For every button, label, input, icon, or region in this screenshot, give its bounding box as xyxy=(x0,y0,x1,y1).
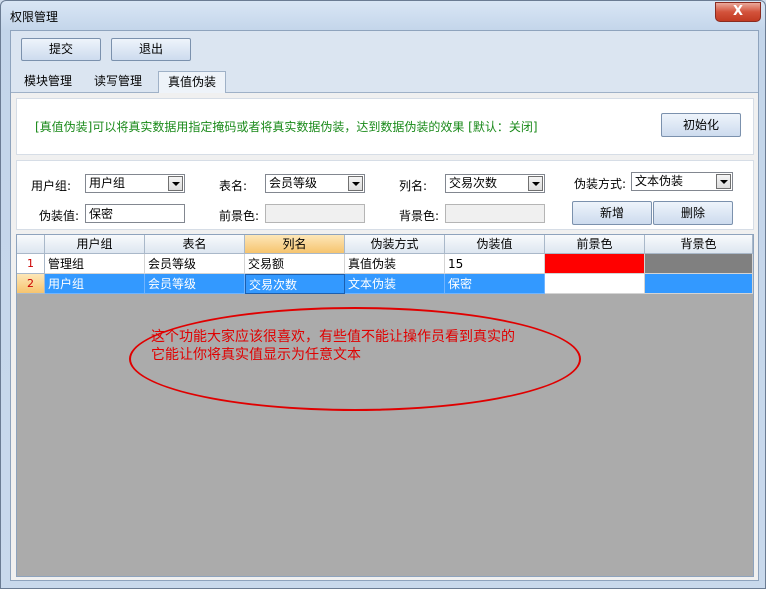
mask-type-label: 伪装方式: xyxy=(574,177,627,191)
cell-mask-value[interactable]: 保密 xyxy=(445,274,545,294)
cell-table[interactable]: 会员等级 xyxy=(145,274,245,294)
cell-foreground-color[interactable] xyxy=(545,274,645,294)
mask-type-select[interactable]: 文本伪装 xyxy=(631,172,733,191)
mask-value-label: 伪装值: xyxy=(39,209,80,223)
table-row[interactable]: 1 管理组 会员等级 交易额 真值伪装 15 xyxy=(17,254,753,274)
chevron-down-icon[interactable] xyxy=(716,174,731,189)
cell-background-color[interactable] xyxy=(645,254,753,274)
row-number[interactable]: 1 xyxy=(17,254,45,274)
submit-button[interactable]: 提交 xyxy=(21,38,101,61)
tab-read-write-management[interactable]: 读写管理 xyxy=(87,71,149,91)
cell-user-group[interactable]: 管理组 xyxy=(45,254,145,274)
user-group-select[interactable]: 用户组 xyxy=(85,174,185,193)
user-group-select-value: 用户组 xyxy=(89,176,126,190)
main-window: 权限管理 X 提交 退出 模块管理 读写管理 真值伪装 [真值伪装]可以将真实数… xyxy=(0,0,766,589)
title-bar: 权限管理 X xyxy=(1,1,765,29)
cell-background-color[interactable] xyxy=(645,274,753,294)
mask-type-select-value: 文本伪装 xyxy=(635,174,684,188)
column-select[interactable]: 交易次数 xyxy=(445,174,545,193)
cell-column[interactable]: 交易额 xyxy=(245,254,345,274)
grid-corner[interactable] xyxy=(17,235,45,254)
cell-mask-type[interactable]: 文本伪装 xyxy=(345,274,445,294)
cell-mask-type[interactable]: 真值伪装 xyxy=(345,254,445,274)
add-button[interactable]: 新增 xyxy=(572,201,652,225)
feature-description: [真值伪装]可以将真实数据用指定掩码或者将真实数据伪装，达到数据伪装的效果 [默… xyxy=(35,120,538,134)
annotation-text: 这个功能大家应该很喜欢，有些值不能让操作员看到真实的 它能让你将真实值显示为任意… xyxy=(151,328,591,364)
annotation-line-2: 它能让你将真实值显示为任意文本 xyxy=(151,347,361,363)
close-button[interactable]: X xyxy=(715,2,761,22)
column-header-mask-value[interactable]: 伪装值 xyxy=(445,235,545,254)
client-area: 提交 退出 模块管理 读写管理 真值伪装 [真值伪装]可以将真实数据用指定掩码或… xyxy=(10,30,759,581)
annotation-line-1: 这个功能大家应该很喜欢，有些值不能让操作员看到真实的 xyxy=(151,329,515,345)
cell-user-group[interactable]: 用户组 xyxy=(45,274,145,294)
info-panel: [真值伪装]可以将真实数据用指定掩码或者将真实数据伪装，达到数据伪装的效果 [默… xyxy=(16,98,754,155)
mask-value-input[interactable]: 保密 xyxy=(85,204,185,223)
user-group-label: 用户组: xyxy=(31,179,72,193)
column-label: 列名: xyxy=(399,179,428,193)
exit-button[interactable]: 退出 xyxy=(111,38,191,61)
column-header-column[interactable]: 列名 xyxy=(245,235,345,254)
table-select-value: 会员等级 xyxy=(269,176,318,190)
chevron-down-icon[interactable] xyxy=(528,176,543,191)
table-row-selected[interactable]: 2 用户组 会员等级 交易次数 文本伪装 保密 xyxy=(17,274,753,294)
column-header-mask-type[interactable]: 伪装方式 xyxy=(345,235,445,254)
delete-button[interactable]: 删除 xyxy=(653,201,733,225)
cell-foreground-color[interactable] xyxy=(545,254,645,274)
row-number[interactable]: 2 xyxy=(17,274,45,294)
column-header-table[interactable]: 表名 xyxy=(145,235,245,254)
tab-bar: 模块管理 读写管理 真值伪装 xyxy=(11,68,758,93)
initialize-button[interactable]: 初始化 xyxy=(661,113,741,137)
table-label: 表名: xyxy=(219,179,248,193)
window-title: 权限管理 xyxy=(10,10,59,24)
background-color-label: 背景色: xyxy=(399,209,440,223)
foreground-color-label: 前景色: xyxy=(219,209,260,223)
chevron-down-icon[interactable] xyxy=(168,176,183,191)
column-select-value: 交易次数 xyxy=(449,176,498,190)
column-header-background[interactable]: 背景色 xyxy=(645,235,753,254)
foreground-color-input[interactable] xyxy=(265,204,365,223)
column-header-user-group[interactable]: 用户组 xyxy=(45,235,145,254)
background-color-input[interactable] xyxy=(445,204,545,223)
chevron-down-icon[interactable] xyxy=(348,176,363,191)
cell-column[interactable]: 交易次数 xyxy=(245,274,345,294)
column-header-foreground[interactable]: 前景色 xyxy=(545,235,645,254)
tab-value-masking[interactable]: 真值伪装 xyxy=(158,71,226,93)
tab-module-management[interactable]: 模块管理 xyxy=(17,71,79,91)
form-panel: 用户组: 用户组 表名: 会员等级 列名: 交易次数 伪装方式: 文本伪装 伪装… xyxy=(16,160,754,230)
table-select[interactable]: 会员等级 xyxy=(265,174,365,193)
cell-table[interactable]: 会员等级 xyxy=(145,254,245,274)
toolbar: 提交 退出 xyxy=(11,31,758,68)
cell-mask-value[interactable]: 15 xyxy=(445,254,545,274)
